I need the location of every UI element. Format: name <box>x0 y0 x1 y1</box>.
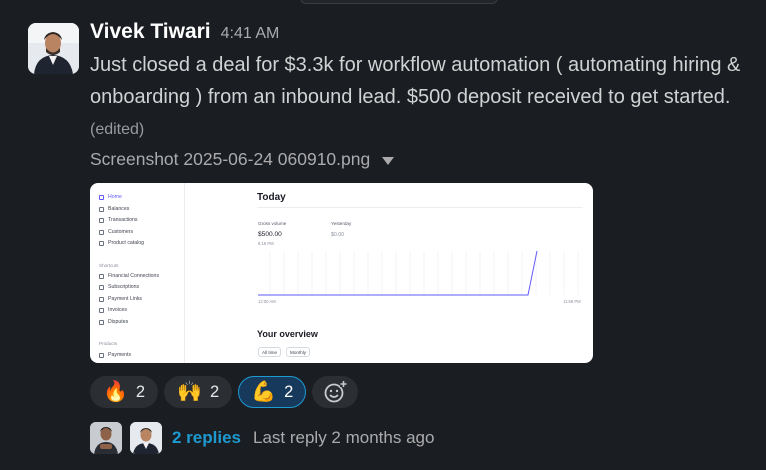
preview-yesterday-label: Yesterday <box>331 221 352 226</box>
top-scroll-hint <box>300 0 498 4</box>
preview-filter-all: All time <box>258 347 282 357</box>
attachment-header[interactable]: Screenshot 2025-06-24 060910.png <box>90 149 395 170</box>
preview-yesterday-value: $0.00 <box>331 232 344 238</box>
preview-nav-payment-links: Payment Links <box>99 296 142 302</box>
reaction-count: 2 <box>284 382 294 401</box>
preview-gross-time: 6:18 PM <box>258 241 274 246</box>
reaction-count: 2 <box>135 382 146 401</box>
preview-shortcuts-label: Shortcuts <box>99 263 119 268</box>
file-name[interactable]: Screenshot 2025-06-24 060910.png <box>90 149 370 170</box>
reaction-raised-hands[interactable]: 🙌 2 <box>164 376 233 408</box>
preview-nav-balances: Balances <box>99 206 129 212</box>
preview-axis-end: 11:59 PM <box>563 299 581 304</box>
add-emoji-icon <box>324 380 348 403</box>
preview-nav-financial-connections: Financial Connections <box>99 273 159 279</box>
chevron-down-icon[interactable] <box>382 156 395 165</box>
avatar[interactable] <box>28 23 79 74</box>
add-reaction-button[interactable] <box>312 376 359 408</box>
preview-nav-disputes: Disputes <box>99 319 128 325</box>
message-text: Just closed a deal for $3.3k for workflo… <box>90 50 760 146</box>
preview-products-label: Products <box>99 341 118 346</box>
preview-nav-invoices: Invoices <box>99 307 127 313</box>
message-time[interactable]: 4:41 AM <box>221 25 280 43</box>
edited-label: (edited) <box>90 121 145 138</box>
preview-nav-subscriptions: Subscriptions <box>99 284 139 290</box>
thread-summary[interactable]: 2 replies Last reply 2 months ago <box>90 422 434 454</box>
reaction-count: 2 <box>210 382 220 401</box>
person-avatar-icon <box>28 23 79 74</box>
fire-icon: 🔥 <box>103 381 128 403</box>
preview-gross-value: $500.00 <box>258 231 282 238</box>
person-avatar-icon <box>130 422 162 454</box>
avatar[interactable] <box>130 422 162 454</box>
preview-nav-product-catalog: Product catalog <box>99 240 144 246</box>
preview-title: Today <box>257 192 286 203</box>
preview-nav-customers: Customers <box>99 229 133 235</box>
message: Vivek Tiwari 4:41 AM Just closed a deal … <box>90 20 760 146</box>
preview-nav-payments: Payments <box>99 352 131 358</box>
preview-axis-start: 12:00 AM <box>258 299 276 304</box>
avatar[interactable] <box>90 422 122 454</box>
reply-count-link[interactable]: 2 replies <box>172 428 241 448</box>
image-preview[interactable]: Home Balances Transactions Customers Pro… <box>90 183 593 363</box>
message-body: Just closed a deal for $3.3k for workflo… <box>90 54 741 108</box>
preview-gross-label: Gross volume <box>258 221 287 226</box>
flexed-biceps-icon: 💪 <box>251 381 277 403</box>
reaction-fire[interactable]: 🔥 2 <box>90 376 159 408</box>
reaction-flexed-biceps[interactable]: 💪 2 <box>238 376 307 408</box>
last-reply-time: Last reply 2 months ago <box>253 428 435 447</box>
person-avatar-icon <box>90 422 122 454</box>
preview-volume-chart <box>258 251 579 296</box>
raised-hands-icon: 🙌 <box>177 381 202 403</box>
author-name[interactable]: Vivek Tiwari <box>90 20 211 44</box>
reactions-bar: 🔥 2 🙌 2 💪 2 <box>90 376 359 408</box>
preview-nav-transactions: Transactions <box>99 217 138 223</box>
preview-overview-title: Your overview <box>257 329 318 339</box>
preview-divider <box>257 207 583 208</box>
preview-nav-home: Home <box>99 194 122 200</box>
preview-filter-period: Monthly <box>286 347 311 357</box>
